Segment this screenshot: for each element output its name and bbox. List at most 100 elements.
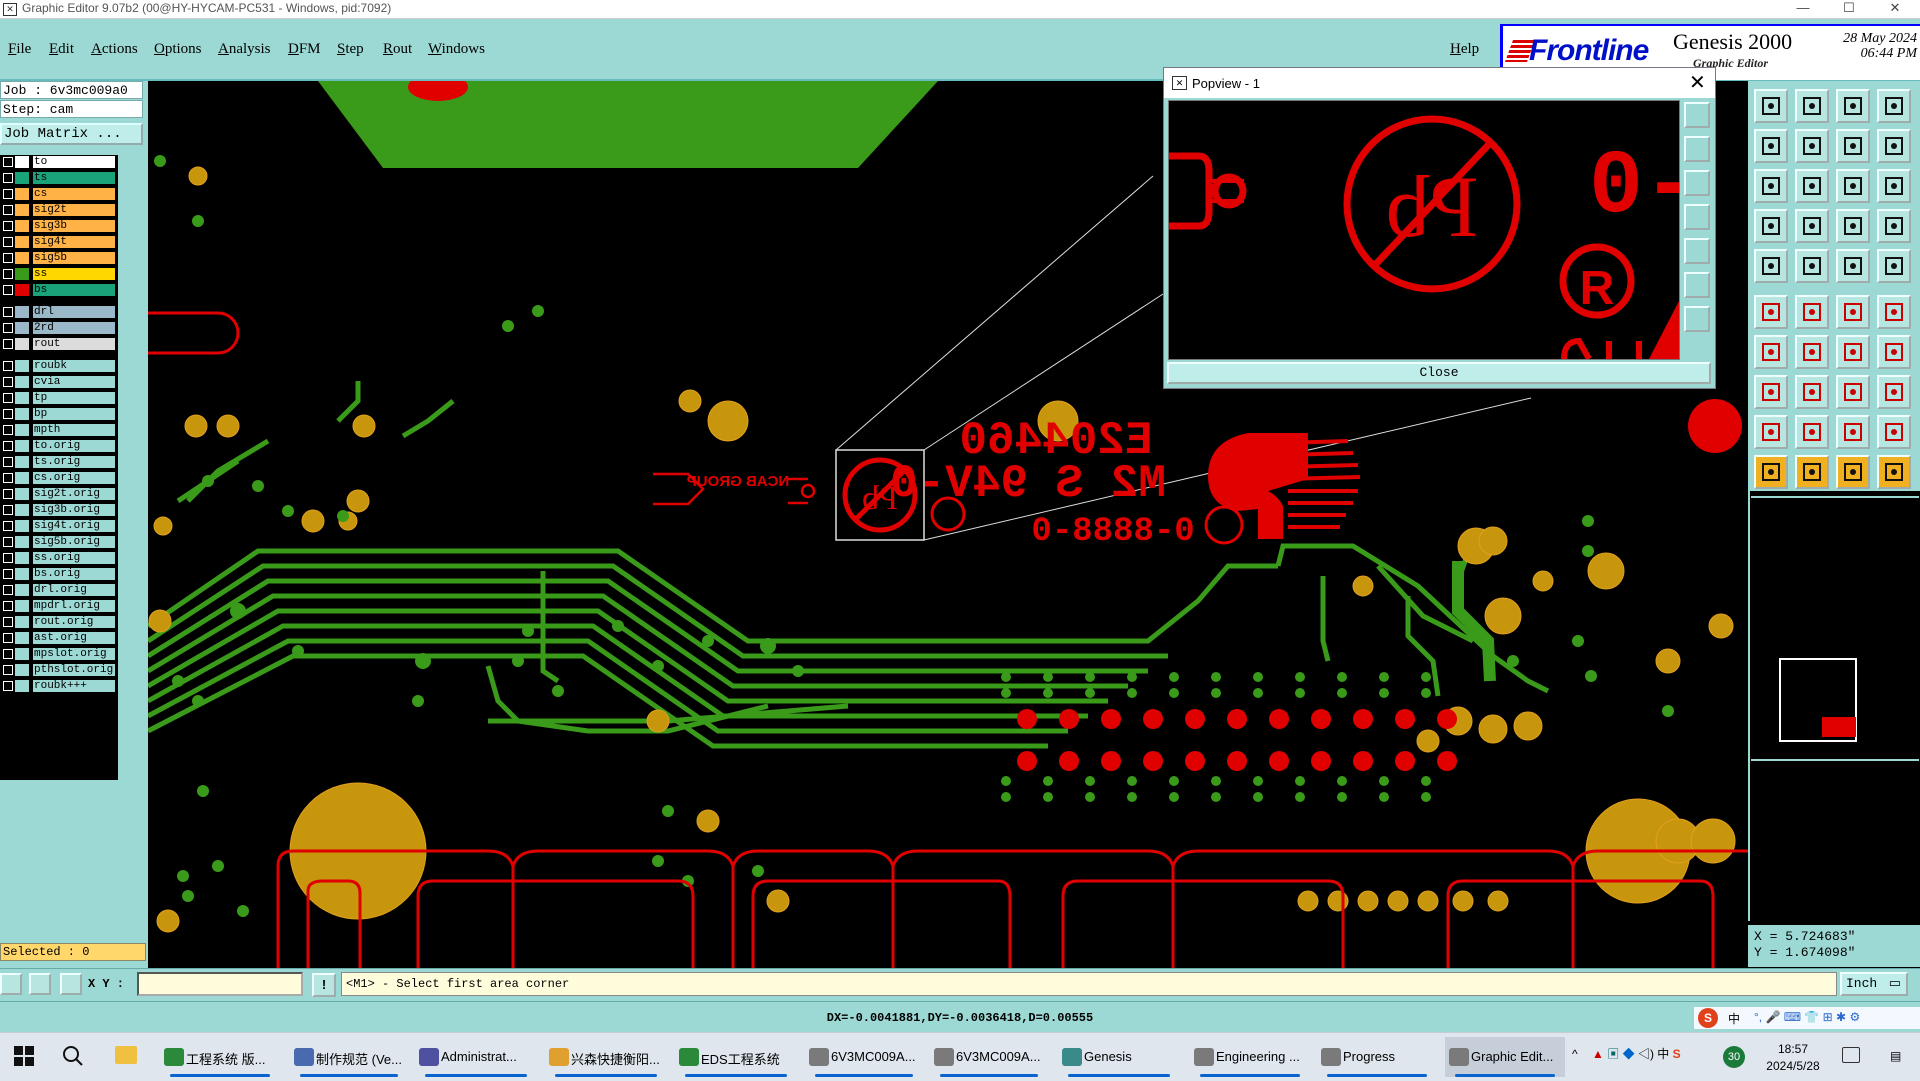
window-title-bar[interactable]: ✕ Graphic Editor 9.07b2 (00@HY-HYCAM-PC5… (0, 0, 1920, 19)
layer-checkbox[interactable] (3, 409, 13, 419)
cross-icon[interactable] (1795, 295, 1829, 329)
layer-row[interactable]: bp (0, 407, 118, 421)
taskbar-clock[interactable]: 18:57 2024/5/28 (1760, 1041, 1826, 1075)
zoom-window-icon[interactable] (1795, 169, 1829, 203)
popview-title-bar[interactable]: ✕ Popview - 1 ✕ (1164, 68, 1715, 98)
layer-out-icon[interactable] (1795, 89, 1829, 123)
layer-checkbox[interactable] (3, 361, 13, 371)
layer-name[interactable]: roubk (33, 360, 115, 372)
cmd-tool-2-icon[interactable] (29, 973, 51, 995)
layer-row[interactable]: ast.orig (0, 631, 118, 645)
popview-tool-6[interactable] (1684, 272, 1710, 298)
layer-checkbox[interactable] (3, 633, 13, 643)
layer-name[interactable]: drl.orig (33, 584, 115, 596)
layer-row[interactable]: sig5b.orig (0, 535, 118, 549)
popview-tool-1[interactable] (1684, 102, 1710, 128)
layer-row[interactable]: mpslot.orig (0, 647, 118, 661)
cmd-tool-1-icon[interactable] (0, 973, 22, 995)
fit-icon[interactable] (1754, 169, 1788, 203)
layer-checkbox[interactable] (3, 323, 13, 333)
taskbar-item[interactable]: EDS工程系统 (675, 1037, 797, 1077)
zoom-out-icon[interactable] (1795, 129, 1829, 163)
layer-row[interactable]: ss (0, 267, 118, 281)
layer-row[interactable]: bs.orig (0, 567, 118, 581)
zoom-in-icon[interactable] (1754, 129, 1788, 163)
layer-checkbox[interactable] (3, 205, 13, 215)
arc-icon[interactable] (1836, 335, 1870, 369)
layer-checkbox[interactable] (3, 617, 13, 627)
a-text-icon[interactable] (1877, 415, 1911, 449)
minimize-button[interactable]: — (1780, 0, 1826, 18)
layer-row[interactable]: sig4t (0, 235, 118, 249)
copy-icon[interactable] (1877, 295, 1911, 329)
select-icon[interactable] (1754, 455, 1788, 489)
tray-overflow-icon[interactable]: ^ (1572, 1047, 1578, 1061)
popview-close-icon[interactable]: ✕ (1689, 70, 1706, 95)
layer-checkbox[interactable] (3, 489, 13, 499)
taskbar-item[interactable]: Genesis (1058, 1037, 1180, 1077)
edit-select-icon[interactable] (1836, 455, 1870, 489)
notification-center-icon[interactable]: ▤ (1890, 1049, 1901, 1063)
layer-checkbox[interactable] (3, 537, 13, 547)
layer-name[interactable]: sig3b (33, 220, 115, 232)
layer-name[interactable]: drl (33, 306, 115, 318)
menu-help[interactable]: Help (1450, 41, 1479, 58)
cmd-grid-icon[interactable] (60, 973, 82, 995)
layer-checkbox[interactable] (3, 157, 13, 167)
grid-icon[interactable] (1795, 209, 1829, 243)
layer-row[interactable]: bs (0, 283, 118, 297)
layer-name[interactable]: sig2t.orig (33, 488, 115, 500)
job-matrix-button[interactable]: Job Matrix ... (0, 123, 143, 145)
layer-checkbox[interactable] (3, 441, 13, 451)
layer-name[interactable]: mpdrl.orig (33, 600, 115, 612)
layer-row[interactable]: to (0, 155, 118, 169)
layer-row[interactable]: drl.orig (0, 583, 118, 597)
popview-tool-5[interactable] (1684, 238, 1710, 264)
layer-name[interactable]: sig5b.orig (33, 536, 115, 548)
layer-name[interactable]: bs (33, 284, 115, 296)
layer-checkbox[interactable] (3, 285, 13, 295)
layer-name[interactable]: sig4t.orig (33, 520, 115, 532)
ruler-icon[interactable] (1836, 249, 1870, 283)
overview-panel[interactable] (1748, 491, 1920, 921)
layer-name[interactable]: cvia (33, 376, 115, 388)
pen-icon[interactable] (1754, 209, 1788, 243)
layer-row[interactable]: cvia (0, 375, 118, 389)
layer-checkbox[interactable] (3, 221, 13, 231)
layer-checkbox[interactable] (3, 649, 13, 659)
query-icon[interactable] (1877, 169, 1911, 203)
taskbar-item[interactable]: 兴森快捷衡阳... (545, 1037, 667, 1077)
layer-checkbox[interactable] (3, 189, 13, 199)
home-icon[interactable] (1836, 89, 1870, 123)
layer-checkbox[interactable] (3, 665, 13, 675)
layer-name[interactable]: bp (33, 408, 115, 420)
layer-row[interactable]: 2rd (0, 321, 118, 335)
layer-row[interactable]: rout.orig (0, 615, 118, 629)
layer-checkbox[interactable] (3, 473, 13, 483)
layer-row[interactable]: cs.orig (0, 471, 118, 485)
layer-checkbox[interactable] (3, 569, 13, 579)
layer-checkbox[interactable] (3, 585, 13, 595)
slash-icon[interactable] (1795, 335, 1829, 369)
layer-name[interactable]: rout (33, 338, 115, 350)
popview-close-button[interactable]: Close (1167, 362, 1711, 384)
layer-row[interactable]: sig2t.orig (0, 487, 118, 501)
menu-step[interactable]: Step (337, 41, 364, 58)
popview-tool-3[interactable] (1684, 170, 1710, 196)
menu-windows[interactable]: Windows (428, 41, 485, 58)
layer-row[interactable]: sig3b (0, 219, 118, 233)
taskbar-item[interactable]: Administrat... (415, 1037, 537, 1077)
shape-icon[interactable] (1877, 375, 1911, 409)
layer-name[interactable]: sig4t (33, 236, 115, 248)
layer-checkbox[interactable] (3, 253, 13, 263)
layer-checkbox[interactable] (3, 425, 13, 435)
polygon-icon[interactable] (1795, 415, 1829, 449)
pad-icon[interactable] (1754, 249, 1788, 283)
layer-row[interactable]: ts (0, 171, 118, 185)
multi-select-icon[interactable] (1877, 455, 1911, 489)
layer-row[interactable]: drl (0, 305, 118, 319)
layer-checkbox[interactable] (3, 681, 13, 691)
layer-row[interactable]: tp (0, 391, 118, 405)
layer-row[interactable]: sig5b (0, 251, 118, 265)
file-explorer-icon[interactable] (115, 1046, 137, 1064)
